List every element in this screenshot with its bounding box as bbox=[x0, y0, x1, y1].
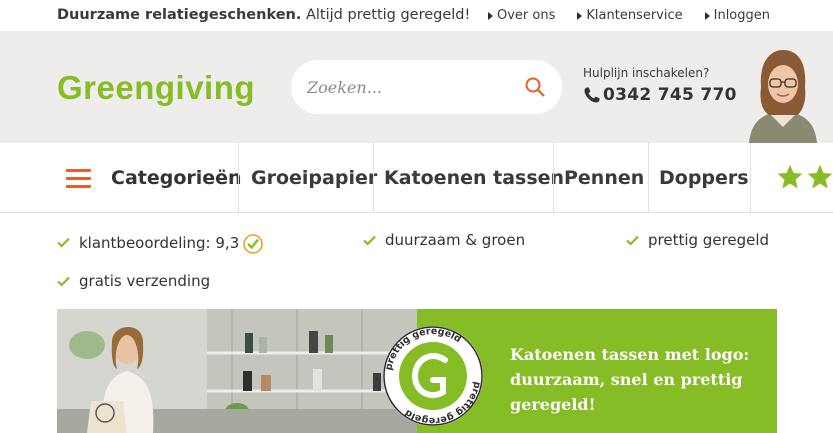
checkmark-icon bbox=[57, 237, 70, 248]
promo-banner[interactable]: prettig geregeld prettig geregeld Katoen… bbox=[57, 309, 777, 433]
nav-divider bbox=[238, 143, 239, 213]
search-box bbox=[291, 60, 562, 114]
search-input[interactable] bbox=[307, 72, 507, 102]
checkmark-icon bbox=[363, 235, 376, 246]
prettig-geregeld-seal-icon: prettig geregeld prettig geregeld bbox=[383, 326, 483, 426]
star-icon bbox=[777, 164, 803, 189]
tagline-bold: Duurzame relatiegeschenken. bbox=[57, 7, 302, 23]
nav-item-katoenen-tassen[interactable]: Katoenen tassen bbox=[384, 167, 564, 189]
hamburger-menu-icon[interactable] bbox=[66, 169, 91, 188]
link-label: Inloggen bbox=[713, 8, 771, 23]
caret-right-icon bbox=[488, 11, 493, 20]
usp-green: duurzaam & groen bbox=[363, 231, 525, 249]
usp-text: klantbeoordeling: 9,3 bbox=[79, 233, 240, 252]
header: Greengiving Hulplijn inschakelen? 0342 7… bbox=[0, 31, 833, 143]
nav-item-pennen[interactable]: Pennen bbox=[564, 167, 644, 189]
caret-right-icon bbox=[577, 11, 583, 20]
nav-item-groeipapier[interactable]: Groeipapier bbox=[251, 167, 377, 189]
usp-text: prettig geregeld bbox=[648, 231, 770, 249]
usp-arranged: prettig geregeld bbox=[626, 231, 769, 249]
banner-headline[interactable]: Katoenen tassen met logo: duurzaam, snel… bbox=[510, 342, 760, 417]
hotline-label: Hulplijn inschakelen? bbox=[583, 66, 710, 80]
hotline: Hulplijn inschakelen? 0342 745 770 bbox=[583, 66, 737, 105]
phone-number: 0342 745 770 bbox=[603, 85, 737, 105]
nav-divider bbox=[648, 143, 649, 213]
shop-scene-illustration bbox=[57, 309, 417, 433]
link-klantenservice[interactable]: Klantenservice bbox=[577, 8, 683, 23]
checkmark-icon bbox=[626, 235, 639, 246]
link-label: Over ons bbox=[497, 8, 556, 23]
link-inloggen[interactable]: Inloggen bbox=[704, 8, 771, 23]
nav-item-doppers[interactable]: Doppers bbox=[659, 167, 749, 189]
usp-shipping: gratis verzending bbox=[57, 272, 210, 290]
nav-divider bbox=[750, 143, 751, 213]
banner-photo bbox=[57, 309, 417, 433]
rating-stars bbox=[776, 163, 833, 191]
greengiving-logo[interactable]: Greengiving bbox=[57, 69, 263, 107]
caret-right-icon bbox=[704, 11, 710, 20]
nav-categories[interactable]: Categorieën bbox=[111, 167, 242, 189]
nav-divider bbox=[553, 143, 554, 213]
link-label: Klantenservice bbox=[586, 8, 683, 23]
usp-rating: klantbeoordeling: 9,3 bbox=[57, 231, 264, 254]
link-over-ons[interactable]: Over ons bbox=[488, 8, 555, 23]
phone-icon bbox=[584, 87, 600, 103]
avatar bbox=[749, 50, 817, 143]
phone-link[interactable]: 0342 745 770 bbox=[583, 85, 737, 105]
usp-text: duurzaam & groen bbox=[385, 231, 526, 249]
nav-divider bbox=[373, 143, 374, 213]
logo-text: Greengiving bbox=[57, 69, 255, 106]
main-nav: Categorieën Groeipapier Katoenen tassen … bbox=[0, 143, 833, 213]
tagline-rest: Altijd prettig geregeld! bbox=[301, 7, 471, 23]
tagline: Duurzame relatiegeschenken. Altijd prett… bbox=[57, 7, 470, 23]
kiyoh-badge-icon bbox=[243, 234, 264, 254]
top-bar: Duurzame relatiegeschenken. Altijd prett… bbox=[0, 0, 833, 31]
top-links: Over ons Klantenservice Inloggen bbox=[488, 8, 770, 23]
search-icon[interactable] bbox=[524, 76, 546, 98]
usp-text: gratis verzending bbox=[79, 272, 211, 290]
star-icon bbox=[807, 164, 833, 189]
checkmark-icon bbox=[57, 276, 70, 287]
